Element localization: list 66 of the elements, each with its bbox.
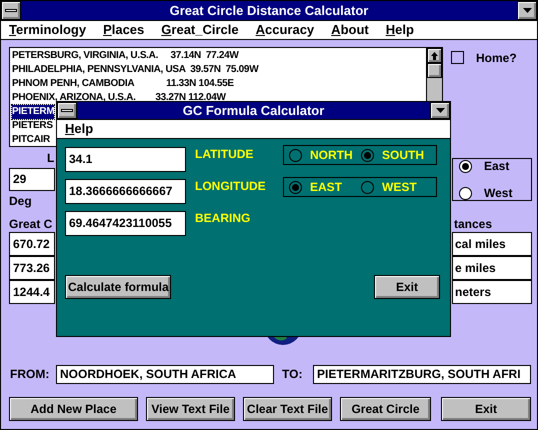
checkbox[interactable] [451,51,464,64]
value-field[interactable]: 18.3666666666667 [65,179,186,204]
list-item[interactable]: PIETERS [12,119,53,133]
list-item[interactable]: PITCAIR [12,133,50,147]
result-field[interactable]: 1244.4 [9,280,55,304]
field-label: BEARING [195,210,252,227]
field-label: LONGITUDE [195,178,267,195]
up-arrow-icon [431,52,438,60]
radio-label: East [484,158,510,175]
action-button[interactable]: Exit [441,397,531,421]
window-title: Great Circle Distance Calculator [168,2,370,20]
unit-field[interactable]: cal miles [452,232,532,256]
minimize-button[interactable] [517,1,537,20]
to-field[interactable]: PIETERMARITZBURG, SOUTH AFRI [313,364,531,384]
radio-button[interactable] [361,180,374,194]
results-label: Great C [9,217,52,232]
menu-item[interactable]: Places [103,20,144,40]
degrees-field[interactable]: 29 [9,168,55,191]
menu-item[interactable]: Terminology [9,20,86,40]
minimize-button[interactable] [430,102,450,119]
radio-label: EAST [310,179,342,196]
action-button[interactable]: Add New Place [9,397,138,421]
degrees-unit: Deg [9,194,32,208]
radio-label: WEST [382,179,417,196]
down-arrow-icon [436,108,444,113]
menu-item[interactable]: Help [65,119,94,139]
radio-button[interactable] [289,148,302,162]
radio-label: SOUTH [382,147,424,164]
field-label: LATITUDE [195,146,254,163]
unit-field[interactable]: e miles [452,256,532,280]
longitude-label: L [46,151,55,165]
down-arrow-icon [522,8,532,13]
value-field[interactable]: 34.1 [65,147,186,172]
menu-item[interactable]: About [331,20,369,40]
radio-button[interactable] [459,160,472,172]
list-item[interactable]: PIETERM [12,105,54,119]
list-item[interactable]: PHILADELPHIA, PENNSYLVANIA, USA 39.57N 75.09W [12,63,258,77]
system-menu-icon[interactable] [57,102,77,119]
radio-button[interactable] [361,148,374,162]
from-field[interactable]: NOORDHOEK, SOUTH AFRICA [56,364,274,384]
dialog-title: GC Formula Calculator [182,102,326,119]
radio-button[interactable] [289,180,302,194]
radio-button[interactable] [459,186,472,200]
to-label: TO: [281,366,304,383]
system-menu-icon[interactable] [1,1,21,20]
radio-label: West [484,185,512,202]
unit-field[interactable]: neters [452,280,532,304]
dialog-button[interactable]: Calculate formula [65,275,171,299]
distances-label: tances [453,217,494,232]
action-button[interactable]: Great Circle [340,397,431,421]
menu-item[interactable]: Accuracy [256,20,314,40]
value-field[interactable]: 69.4647423110055 [65,211,186,236]
action-button[interactable]: View Text File [146,397,235,421]
action-button[interactable]: Clear Text File [243,397,332,421]
result-field[interactable]: 670.72 [9,232,55,256]
menu-item[interactable]: Help [386,20,414,40]
list-item[interactable]: PHNOM PENH, CAMBODIA 11.33N 104.55E [12,77,234,91]
home-label: Home? [476,50,517,67]
result-field[interactable]: 773.26 [9,256,55,280]
list-item[interactable]: PETERSBURG, VIRGINIA, U.S.A. 37.14N 77.24W [12,49,239,63]
radio-label: NORTH [310,147,353,164]
from-label: FROM: [9,366,50,383]
list-item[interactable]: PHOENIX, ARIZONA, U.S.A. 33.27N 112.04W [12,91,226,105]
menu-item[interactable]: Great_Circle [161,20,239,40]
scroll-thumb[interactable] [427,63,442,78]
dialog-button[interactable]: Exit [374,275,440,299]
